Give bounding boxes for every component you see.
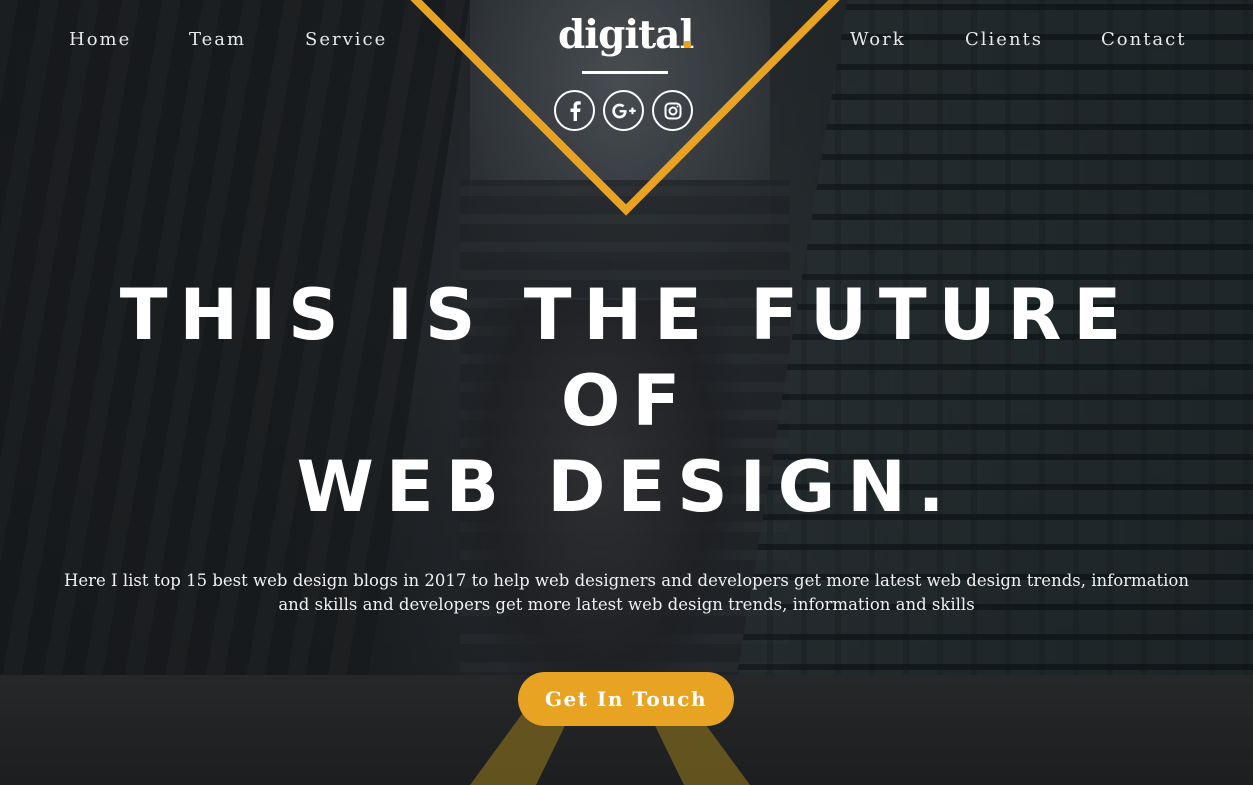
nav-service[interactable]: Service bbox=[305, 28, 387, 52]
nav-work[interactable]: Work bbox=[850, 28, 906, 52]
google-plus-icon[interactable] bbox=[603, 90, 644, 131]
nav-home[interactable]: Home bbox=[69, 28, 131, 52]
logo-dot bbox=[684, 41, 691, 48]
facebook-icon[interactable] bbox=[554, 90, 595, 131]
nav-clients[interactable]: Clients bbox=[965, 28, 1043, 52]
hero-description: Here I list top 15 best web design blogs… bbox=[64, 571, 1189, 614]
hero-headline-line-2: OF bbox=[560, 360, 693, 442]
logo-underline bbox=[582, 71, 668, 74]
logo[interactable]: digital bbox=[558, 10, 694, 60]
get-in-touch-button[interactable]: Get In Touch bbox=[518, 672, 734, 726]
instagram-icon[interactable] bbox=[652, 90, 693, 131]
hero-headline-line-3: WEB DESIGN. bbox=[296, 446, 957, 528]
hero-headline-line-1: THIS IS THE FUTURE bbox=[119, 274, 1134, 356]
nav-contact[interactable]: Contact bbox=[1101, 28, 1186, 52]
nav-team[interactable]: Team bbox=[189, 28, 246, 52]
